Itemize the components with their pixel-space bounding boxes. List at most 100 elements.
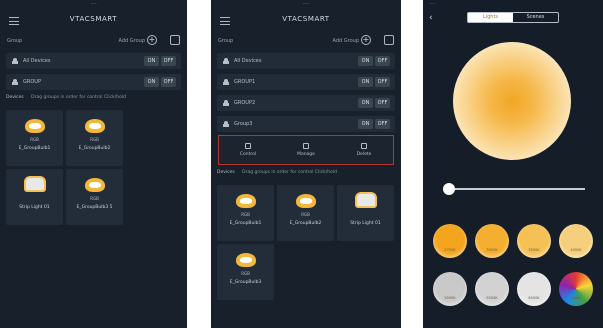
device-type: RGB xyxy=(30,137,39,142)
title-bar: VTACSMART xyxy=(0,8,187,34)
bulb-icon xyxy=(296,194,316,208)
control-icon xyxy=(245,143,251,149)
group-on-button[interactable]: ON xyxy=(358,119,373,129)
device-name: E_GroupBulb3 5 xyxy=(76,205,113,210)
device-name: Strip Light 01 xyxy=(350,221,381,226)
swatch-label: 2700K xyxy=(444,248,456,252)
color-wheel-swatch[interactable]: Color xyxy=(559,272,593,306)
group-on-button[interactable]: ON xyxy=(358,98,373,108)
preset-swatch[interactable]: 5000K xyxy=(433,272,467,306)
preset-swatch[interactable]: 3500K xyxy=(517,224,551,258)
context-manage[interactable]: Manage xyxy=(286,143,326,157)
bulb-icon xyxy=(25,119,45,133)
group-off-button[interactable]: OFF xyxy=(375,77,390,87)
group-off-button[interactable]: OFF xyxy=(375,56,390,66)
device-tile[interactable]: RGB E_GroupBulb3 5 xyxy=(66,169,123,225)
group-row[interactable]: Group3 ON OFF xyxy=(217,116,395,132)
strip-light-icon xyxy=(355,192,377,208)
device-type: RGB xyxy=(241,271,250,276)
add-group-label: Add Group xyxy=(332,38,360,44)
group-label: Group xyxy=(218,38,234,44)
group-row[interactable]: GROUP2 ON OFF xyxy=(217,95,395,111)
group-icon xyxy=(12,58,18,64)
context-control[interactable]: Control xyxy=(228,143,268,157)
trash-icon xyxy=(361,143,367,149)
context-delete-label: Delete xyxy=(356,152,372,157)
app-title: VTACSMART xyxy=(282,15,330,23)
group-off-button[interactable]: OFF xyxy=(161,56,176,66)
context-delete[interactable]: Delete xyxy=(344,143,384,157)
device-type: RGB xyxy=(241,212,250,217)
preset-swatch[interactable]: 3000K xyxy=(475,224,509,258)
status-bar: ···· xyxy=(90,1,97,7)
device-tile[interactable]: Strip Light 01 xyxy=(337,185,394,241)
group-name: GROUP xyxy=(23,79,41,85)
add-group-icon[interactable]: + xyxy=(361,35,371,45)
swatch-label: 4000K xyxy=(570,248,582,252)
device-name: E_GroupBulb2 xyxy=(289,221,322,226)
tab-scenes[interactable]: Scenes xyxy=(513,13,558,22)
device-tile[interactable]: RGB E_GroupBulb3 xyxy=(217,244,274,300)
swatch-label: 5500K xyxy=(486,296,498,300)
devices-label: Devices xyxy=(217,170,235,175)
bulb-icon xyxy=(236,194,256,208)
color-temperature-wheel[interactable] xyxy=(453,42,571,160)
device-name: E_GroupBulb3 xyxy=(229,280,262,285)
device-name: E_GroupBulb1 xyxy=(229,221,262,226)
brightness-slider-knob[interactable] xyxy=(443,183,456,195)
devices-label: Devices xyxy=(6,95,24,100)
group-name: GROUP1 xyxy=(234,79,256,85)
devices-header: Devices Drag groups in order for control… xyxy=(6,95,181,107)
bulb-icon xyxy=(85,119,105,133)
swatch-label: 6500K xyxy=(528,296,540,300)
mode-segmented-control: Lights Scenes xyxy=(467,12,559,23)
group-off-button[interactable]: OFF xyxy=(375,119,390,129)
group-off-button[interactable]: OFF xyxy=(161,77,176,87)
group-on-button[interactable]: ON xyxy=(144,77,159,87)
preset-swatch[interactable]: 6500K xyxy=(517,272,551,306)
device-tile[interactable]: RGB E_GroupBulb1 xyxy=(6,110,63,166)
context-manage-label: Manage xyxy=(297,152,315,157)
group-name: Group3 xyxy=(234,121,253,127)
group-name: All Devices xyxy=(234,58,262,64)
device-tile[interactable]: RGB E_GroupBulb2 xyxy=(66,110,123,166)
add-group-icon[interactable]: + xyxy=(147,35,157,45)
tab-lights[interactable]: Lights xyxy=(468,13,513,22)
edit-icon[interactable] xyxy=(170,35,180,45)
device-tiles: RGB E_GroupBulb1 RGB E_GroupBulb2 Strip Ligh… xyxy=(6,110,181,225)
group-icon xyxy=(223,121,229,127)
status-bar: ···· xyxy=(429,1,436,7)
group-row[interactable]: GROUP ON OFF xyxy=(6,74,181,90)
edit-icon[interactable] xyxy=(384,35,394,45)
device-tiles: RGB E_GroupBulb1 RGB E_GroupBulb2 Strip Ligh… xyxy=(217,185,395,300)
group-label: Group xyxy=(7,38,23,44)
group-toolbar: Group Add Group + xyxy=(0,34,187,48)
devices-header: Devices Drag groups in order for control… xyxy=(217,170,395,182)
group-row[interactable]: GROUP1 ON OFF xyxy=(217,74,395,90)
preset-swatch[interactable]: 4000K xyxy=(559,224,593,258)
group-off-button[interactable]: OFF xyxy=(375,98,390,108)
group-icon xyxy=(223,79,229,85)
group-icon xyxy=(223,58,229,64)
app-title: VTACSMART xyxy=(69,15,118,23)
group-on-button[interactable]: ON xyxy=(144,56,159,66)
title-bar: VTACSMART xyxy=(211,8,401,34)
device-tile[interactable]: Strip Light 01 xyxy=(6,169,63,225)
group-icon xyxy=(12,79,18,85)
group-row[interactable]: All Devices ON OFF xyxy=(217,53,395,69)
preset-swatches: 2700K 3000K 3500K 4000K 5000K 5500K 6500K Color xyxy=(433,224,593,306)
group-row[interactable]: All Devices ON OFF xyxy=(6,53,181,69)
group-name: GROUP2 xyxy=(234,100,256,106)
back-icon[interactable]: ‹ xyxy=(429,13,433,23)
brightness-slider-track[interactable] xyxy=(445,188,585,190)
bulb-icon xyxy=(236,253,256,267)
phone-screen-groups-context: ···· VTACSMART Group Add Group + All Dev… xyxy=(211,0,401,328)
device-tile[interactable]: RGB E_GroupBulb1 xyxy=(217,185,274,241)
preset-swatch[interactable]: 5500K xyxy=(475,272,509,306)
group-toolbar: Group Add Group + xyxy=(211,34,401,48)
preset-swatch[interactable]: 2700K xyxy=(433,224,467,258)
device-tile[interactable]: RGB E_GroupBulb2 xyxy=(277,185,334,241)
devices-hint: Drag groups in order for control Click/h… xyxy=(31,95,126,100)
group-on-button[interactable]: ON xyxy=(358,56,373,66)
group-on-button[interactable]: ON xyxy=(358,77,373,87)
